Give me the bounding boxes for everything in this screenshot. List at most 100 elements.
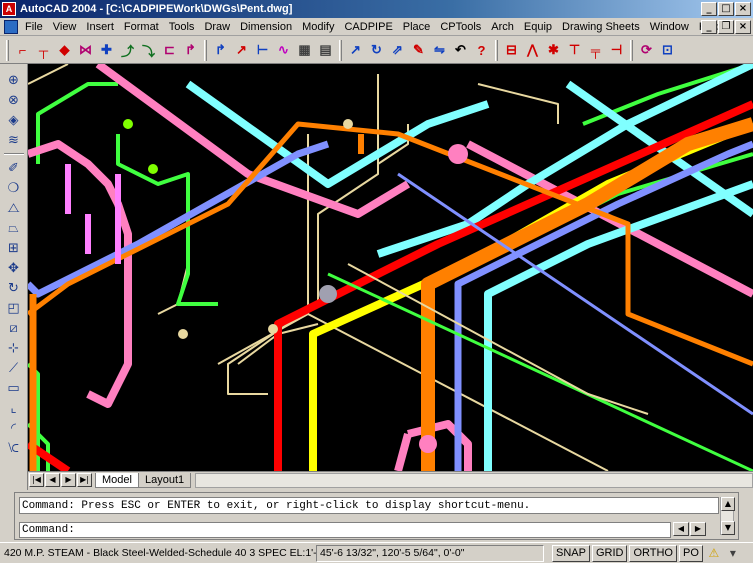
horizontal-scrollbar[interactable] (195, 472, 753, 488)
menu-dimension[interactable]: Dimension (235, 21, 297, 33)
fillet-icon[interactable]: ◜ (3, 418, 25, 438)
undo-icon[interactable]: ↶ (450, 40, 471, 61)
route-up-icon[interactable]: ↗ (231, 40, 252, 61)
change-size-icon[interactable]: ⇗ (387, 40, 408, 61)
array-icon[interactable]: ⊞ (3, 238, 25, 258)
toolbar-grip[interactable] (6, 39, 9, 61)
command-input[interactable]: Command: (19, 522, 671, 538)
route-spline-icon[interactable]: ∿ (273, 40, 294, 61)
ortho-toggle[interactable]: ORTHO (629, 544, 677, 562)
edit-spec-icon[interactable]: ✎ (408, 40, 429, 61)
doc-minimize-button[interactable]: _ (701, 20, 717, 34)
doc-close-button[interactable]: × (735, 20, 751, 34)
menu-modify[interactable]: Modify (297, 21, 339, 33)
drawing-sheet-icon[interactable]: ⊟ (501, 40, 522, 61)
break-icon[interactable]: ▭ (3, 378, 25, 398)
minimize-button[interactable]: _ (701, 2, 717, 16)
extend-icon[interactable]: ⟋ (3, 358, 25, 378)
toolbar-grip[interactable] (204, 39, 207, 61)
grid-icon[interactable]: ▤ (315, 40, 336, 61)
first-tab-button[interactable]: |◀ (29, 473, 44, 487)
edit-fitting-icon[interactable]: ↗ (345, 40, 366, 61)
help-icon[interactable]: ? (471, 40, 492, 61)
grid-toggle[interactable]: GRID (591, 544, 628, 562)
menu-insert[interactable]: Insert (81, 21, 119, 33)
toolbar-grip[interactable] (630, 39, 633, 61)
mirror-icon[interactable]: ⧍ (3, 198, 25, 218)
erase-icon[interactable]: ✐ (3, 158, 25, 178)
menu-format[interactable]: Format (119, 21, 164, 33)
zoom-realtime-icon[interactable]: ⊕ (3, 70, 25, 90)
stretch-icon[interactable]: ⧄ (3, 318, 25, 338)
close-button[interactable]: × (735, 2, 751, 16)
pipe-tee-icon[interactable]: ┬ (33, 40, 54, 61)
next-tab-button[interactable]: ▶ (61, 473, 76, 487)
dimension-icon[interactable]: ✱ (543, 40, 564, 61)
tab-layout1[interactable]: Layout1 (137, 472, 192, 488)
menu-arch[interactable]: Arch (486, 21, 519, 33)
polar-toggle[interactable]: PO (679, 544, 703, 562)
menu-drawing-sheets[interactable]: Drawing Sheets (557, 21, 645, 33)
menu-view[interactable]: View (48, 21, 82, 33)
command-scroll-up-button[interactable]: ▲ (721, 497, 735, 511)
command-scroll-down-button[interactable]: ▼ (721, 521, 735, 535)
menu-file[interactable]: File (20, 21, 48, 33)
pipe-model-view[interactable] (28, 64, 753, 471)
scale-icon[interactable]: ◰ (3, 298, 25, 318)
pipe-valve-icon[interactable]: ⋈ (75, 40, 96, 61)
pipe-flange-icon[interactable]: ⊏ (159, 40, 180, 61)
command-scroll-right-button[interactable]: ▶ (690, 522, 706, 536)
flip-icon[interactable]: ⇋ (429, 40, 450, 61)
pipe-fitting (358, 134, 364, 154)
document-icon[interactable] (4, 19, 18, 34)
table-icon[interactable]: ▦ (294, 40, 315, 61)
toolbar-grip[interactable] (339, 39, 342, 61)
annotate-icon[interactable]: ⊤ (564, 40, 585, 61)
layers-icon[interactable]: ≋ (3, 130, 25, 150)
drawing-canvas[interactable] (28, 64, 753, 471)
pipe-reducer-icon[interactable]: ◆ (54, 40, 75, 61)
menu-cadpipe[interactable]: CADPIPE (339, 21, 397, 33)
rotate-icon[interactable]: ↻ (3, 278, 25, 298)
pipe-elbow-icon[interactable]: ⌐ (12, 40, 33, 61)
section-icon[interactable]: ╤ (585, 40, 606, 61)
menu-place[interactable]: Place (398, 21, 436, 33)
snap-toggle[interactable]: SNAP (552, 544, 590, 562)
tray-settings-icon[interactable]: ▾ (725, 545, 741, 561)
isometric-icon[interactable]: ⋀ (522, 40, 543, 61)
last-tab-button[interactable]: ▶| (77, 473, 92, 487)
offset-icon[interactable]: ⏢ (3, 218, 25, 238)
pipe-branch-icon[interactable]: ⤵ (138, 40, 159, 61)
pipe-bend-icon[interactable]: ↱ (180, 40, 201, 61)
copy-icon[interactable]: ❍ (3, 178, 25, 198)
layer-properties-icon[interactable]: ◈ (3, 110, 25, 130)
status-coordinates[interactable]: 45'-6 13/32", 120'-5 5/64", 0'-0" (316, 544, 544, 562)
chamfer-icon[interactable]: ⌞ (3, 398, 25, 418)
zoom-window-icon[interactable]: ⊗ (3, 90, 25, 110)
move-icon[interactable]: ✥ (3, 258, 25, 278)
elevation-icon[interactable]: ⊣ (606, 40, 627, 61)
trim-icon[interactable]: ⊹ (3, 338, 25, 358)
menu-draw[interactable]: Draw (199, 21, 235, 33)
tab-model[interactable]: Model (95, 472, 139, 488)
autocad-app-icon[interactable]: A (2, 2, 16, 16)
maximize-button[interactable]: □ (718, 2, 734, 16)
pipe-cross-icon[interactable]: ✚ (96, 40, 117, 61)
toolbar-grip[interactable] (495, 39, 498, 61)
prev-tab-button[interactable]: ◀ (45, 473, 60, 487)
explode-icon[interactable]: ⟈ (3, 438, 25, 458)
rotate-fitting-icon[interactable]: ↻ (366, 40, 387, 61)
pipe-route-icon[interactable]: ⤴ (117, 40, 138, 61)
menu-tools[interactable]: Tools (164, 21, 200, 33)
named-views-icon[interactable]: ⊡ (657, 40, 678, 61)
route-elbow-icon[interactable]: ↱ (210, 40, 231, 61)
document-controls: _ ❐ × (700, 20, 751, 34)
menu-window[interactable]: Window (645, 21, 694, 33)
communication-center-icon[interactable]: ⚠ (706, 545, 722, 561)
route-tee-icon[interactable]: ⊢ (252, 40, 273, 61)
menu-cptools[interactable]: CPTools (435, 21, 486, 33)
menu-equip[interactable]: Equip (519, 21, 557, 33)
command-scroll-left-button[interactable]: ◀ (673, 522, 689, 536)
doc-restore-button[interactable]: ❐ (718, 20, 734, 34)
rotate-view-icon[interactable]: ⟳ (636, 40, 657, 61)
